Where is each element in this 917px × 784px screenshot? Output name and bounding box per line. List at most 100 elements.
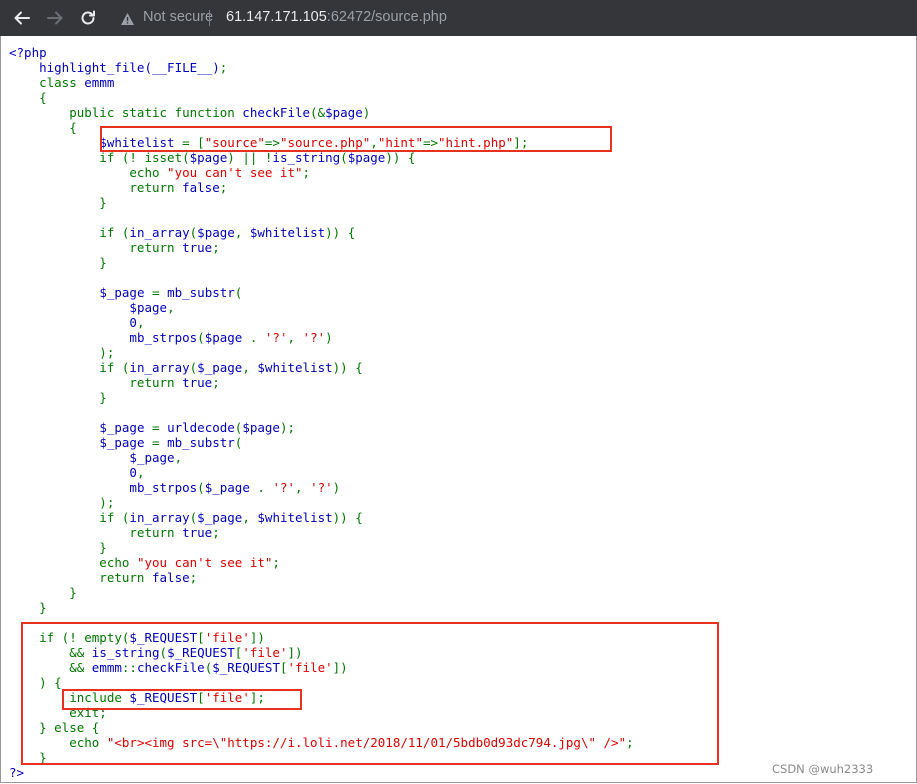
csdn-watermark: CSDN @wuh2333 — [772, 762, 874, 776]
code-line: if (in_array($_page, $whitelist)) { — [9, 360, 362, 375]
code-token: , — [174, 450, 183, 465]
code-token: } — [9, 540, 107, 555]
url-host: 61.147.171.105 — [226, 9, 327, 25]
code-token: } — [9, 600, 47, 615]
code-token: ) — [362, 105, 371, 120]
code-token: ; — [212, 240, 220, 255]
code-line: ); — [9, 495, 114, 510]
code-token: ( — [340, 150, 348, 165]
back-button[interactable] — [12, 8, 32, 28]
code-token: '?' — [302, 330, 326, 345]
code-token: 0 — [129, 465, 137, 480]
code-line: mb_strpos($page . '?', '?') — [9, 330, 333, 345]
code-token: $_page — [197, 360, 243, 375]
code-token: } — [9, 585, 77, 600]
code-line: return true; — [9, 375, 220, 390]
code-token: $page — [197, 225, 235, 240]
code-line: } — [9, 600, 47, 615]
code-token: '?' — [264, 330, 288, 345]
code-token: class — [9, 75, 85, 90]
code-token: } — [9, 390, 107, 405]
code-token: ( — [234, 435, 243, 450]
code-token: $_page — [99, 435, 152, 450]
code-token: checkFile — [242, 105, 311, 120]
code-token: echo — [9, 555, 137, 570]
code-line: $page, — [9, 300, 175, 315]
code-token: $whitelist — [257, 510, 333, 525]
code-token: '?' — [272, 480, 296, 495]
code-token: = — [152, 285, 168, 300]
code-line: <?php — [9, 45, 47, 60]
highlight-whitelist-box — [100, 126, 612, 152]
code-token: , — [167, 300, 175, 315]
code-token: "you can't see it" — [167, 165, 303, 180]
code-token: ; — [212, 375, 220, 390]
code-token: 0 — [129, 315, 137, 330]
code-token: urldecode — [167, 420, 235, 435]
code-line: highlight_file(__FILE__); — [9, 60, 227, 75]
code-token: mb_strpos — [129, 330, 198, 345]
code-token: ; — [272, 555, 280, 570]
code-token: ?> — [9, 765, 25, 780]
code-token: $page — [325, 105, 363, 120]
code-token: )) { — [332, 510, 363, 525]
code-token: ( — [197, 480, 205, 495]
code-token: { — [9, 90, 47, 105]
code-line: echo "you can't see it"; — [9, 555, 280, 570]
code-token: if (! isset( — [9, 150, 190, 165]
code-token: ) — [332, 480, 341, 495]
code-token: ) — [325, 330, 333, 345]
code-token: $_page — [197, 510, 243, 525]
code-token: $_page — [204, 480, 258, 495]
address-bar[interactable]: Not secure 61.147.171.105:62472/source.p… — [108, 4, 917, 32]
warning-triangle-icon[interactable] — [120, 11, 135, 30]
code-token: $whitelist — [249, 225, 326, 240]
code-line: $_page = mb_substr( — [9, 435, 242, 450]
forward-button[interactable] — [45, 8, 65, 28]
code-token: $page — [242, 420, 280, 435]
code-token: ; — [219, 180, 228, 195]
code-token: in_array — [129, 225, 190, 240]
code-line: return true; — [9, 525, 219, 540]
code-line: return false; — [9, 570, 197, 585]
code-token: ; — [219, 60, 228, 75]
code-token: public static function — [9, 105, 243, 120]
code-token: mb_substr — [167, 435, 235, 450]
code-line: return false; — [9, 180, 227, 195]
code-token: <?php — [9, 45, 47, 60]
code-token: , — [234, 225, 250, 240]
code-line: { — [9, 120, 77, 135]
code-line: $_page = mb_substr( — [9, 285, 242, 300]
arrow-right-icon — [45, 11, 65, 33]
arrow-left-icon — [12, 11, 32, 33]
code-token: . — [257, 480, 273, 495]
code-token: $_page — [99, 420, 152, 435]
code-token: return — [9, 525, 183, 540]
code-token: = — [152, 435, 168, 450]
code-token: )) { — [325, 225, 356, 240]
code-token: mb_substr — [167, 285, 235, 300]
code-token: false — [182, 180, 220, 195]
code-line: echo "you can't see it"; — [9, 165, 310, 180]
code-token: )) { — [385, 150, 416, 165]
security-status-label[interactable]: Not secure — [143, 9, 213, 25]
code-token: , — [136, 465, 145, 480]
code-token: ; — [189, 570, 198, 585]
code-token: { — [9, 120, 77, 135]
code-token: $_page — [129, 450, 175, 465]
code-line: 0, — [9, 315, 144, 330]
code-token: $page — [189, 150, 228, 165]
code-token: return — [9, 240, 183, 255]
code-token: $_page — [99, 285, 152, 300]
reload-button[interactable] — [78, 8, 98, 28]
url-text[interactable]: 61.147.171.105:62472/source.php — [226, 9, 447, 25]
code-token: echo — [9, 165, 168, 180]
code-token: return — [9, 375, 183, 390]
code-token: true — [182, 375, 213, 390]
code-token: ); — [9, 345, 115, 360]
code-token: $page — [204, 330, 250, 345]
